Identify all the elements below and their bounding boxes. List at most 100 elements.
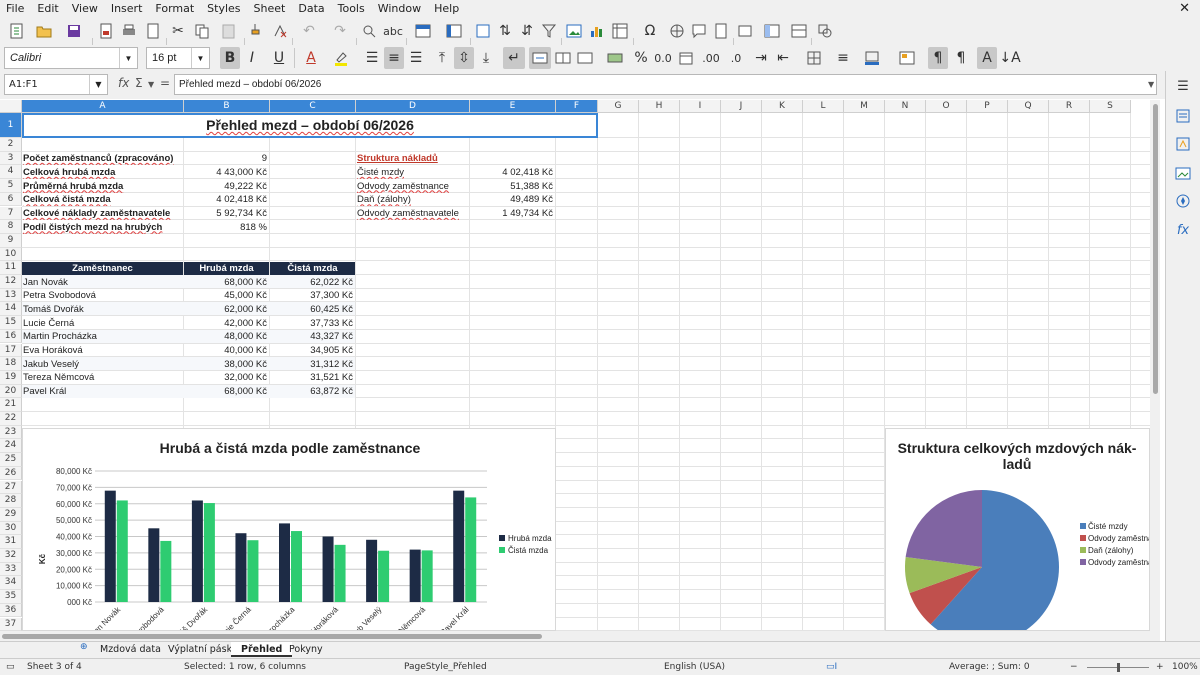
headers-footers-icon[interactable] xyxy=(711,20,731,42)
export-pdf-icon[interactable] xyxy=(96,20,116,42)
bar-net[interactable] xyxy=(465,497,477,602)
sheet-title-cell[interactable]: Přehled mezd – období 06/2026 xyxy=(22,113,598,138)
bar-gross[interactable] xyxy=(148,528,160,602)
employee-gross[interactable]: 68,000 Kč xyxy=(184,385,269,398)
insert-chart-icon[interactable] xyxy=(587,20,607,42)
cost-label[interactable]: Odvody zaměstnavatele xyxy=(357,207,469,220)
zoom-slider-handle[interactable] xyxy=(1117,663,1120,672)
language-status[interactable]: English (USA) xyxy=(664,659,725,675)
column-header-p[interactable]: P xyxy=(967,100,1008,113)
cost-value[interactable]: 51,388 Kč xyxy=(470,180,555,193)
menu-tools[interactable]: Tools xyxy=(332,0,372,17)
menu-help[interactable]: Help xyxy=(428,0,466,17)
row-header-3[interactable]: 3 xyxy=(0,151,22,166)
document-modified-icon[interactable]: ▭ xyxy=(6,659,15,675)
column-header-n[interactable]: N xyxy=(885,100,926,113)
summary-label[interactable]: Celková hrubá mzda xyxy=(23,166,183,179)
column-header-k[interactable]: K xyxy=(762,100,803,113)
row-header-18[interactable]: 18 xyxy=(0,357,22,371)
employee-net[interactable]: 31,521 Kč xyxy=(270,371,355,384)
menu-insert[interactable]: Insert xyxy=(105,0,150,17)
employee-net[interactable]: 37,300 Kč xyxy=(270,289,355,302)
row-icon[interactable] xyxy=(408,20,438,42)
redo-icon[interactable]: ↷ xyxy=(326,20,354,42)
insert-image-icon[interactable] xyxy=(564,20,584,42)
row-header-35[interactable]: 35 xyxy=(0,590,22,604)
summary-label[interactable]: Celkové náklady zaměstnavatele xyxy=(23,207,183,220)
font-name-box[interactable]: Calibri ▼ xyxy=(4,47,138,69)
bar-gross[interactable] xyxy=(453,490,465,602)
summary-value[interactable]: 4 02,418 Kč xyxy=(184,193,269,206)
employee-gross[interactable]: 62,000 Kč xyxy=(184,303,269,316)
cost-value[interactable]: 4 02,418 Kč xyxy=(470,166,555,179)
row-header-34[interactable]: 34 xyxy=(0,576,22,591)
add-decimal-button[interactable]: .00 xyxy=(700,47,722,69)
menu-styles[interactable]: Styles xyxy=(201,0,247,17)
bar-net[interactable] xyxy=(421,550,433,602)
hyperlink-icon[interactable] xyxy=(667,20,687,42)
delete-decimal-button[interactable]: .0 xyxy=(725,47,747,69)
row-header-36[interactable]: 36 xyxy=(0,603,22,618)
table-header-cell[interactable]: Čistá mzda xyxy=(270,261,355,275)
bar-gross[interactable] xyxy=(191,500,203,602)
merge-center-icon[interactable] xyxy=(529,47,551,69)
menu-format[interactable]: Format xyxy=(149,0,201,17)
percent-format-button[interactable]: % xyxy=(632,47,650,69)
row-header-25[interactable]: 25 xyxy=(0,453,22,467)
summary-label[interactable]: Celková čistá mzda xyxy=(23,193,183,206)
row-header-7[interactable]: 7 xyxy=(0,206,22,221)
special-character-icon[interactable]: Ω xyxy=(636,20,664,42)
show-draw-functions-icon[interactable] xyxy=(815,20,835,42)
increase-indent-icon[interactable]: ⇥ xyxy=(751,47,771,69)
font-size-box[interactable]: 16 pt ▼ xyxy=(146,47,210,69)
clear-formatting-icon[interactable] xyxy=(270,20,290,42)
column-header-h[interactable]: H xyxy=(639,100,680,113)
chevron-down-icon[interactable]: ▼ xyxy=(148,80,154,89)
bar-gross[interactable] xyxy=(366,539,378,602)
date-format-icon[interactable] xyxy=(676,47,696,69)
row-header-32[interactable]: 32 xyxy=(0,549,22,563)
row-header-11[interactable]: 11 xyxy=(0,261,22,275)
column-header-d[interactable]: D xyxy=(356,100,470,113)
border-style-icon[interactable]: ≡ xyxy=(830,47,856,69)
summary-label[interactable]: Počet zaměstnanců (zpracováno) xyxy=(23,152,183,165)
sort-icon[interactable] xyxy=(473,20,493,42)
right-to-left-icon[interactable]: ¶ xyxy=(951,47,971,69)
employee-gross[interactable]: 42,000 Kč xyxy=(184,317,269,330)
text-orientation-icon[interactable]: A xyxy=(977,47,997,69)
center-vertically-icon[interactable]: ⇳ xyxy=(454,47,474,69)
employee-net[interactable]: 60,425 Kč xyxy=(270,303,355,316)
column-header-i[interactable]: I xyxy=(680,100,721,113)
underline-button[interactable]: U xyxy=(265,47,293,69)
bar-net[interactable] xyxy=(378,550,390,602)
row-header-9[interactable]: 9 xyxy=(0,233,22,248)
employee-name[interactable]: Jakub Veselý xyxy=(23,358,183,371)
sort-descending-icon[interactable]: ⇵ xyxy=(517,20,537,42)
bar-gross[interactable] xyxy=(235,533,247,602)
summary-value[interactable]: 818 % xyxy=(184,221,269,234)
summary-label[interactable]: Průměrná hrubá mzda xyxy=(23,180,183,193)
employee-name[interactable]: Petra Svobodová xyxy=(23,289,183,302)
cost-label[interactable]: Daň (zálohy) xyxy=(357,193,469,206)
decrease-indent-icon[interactable]: ⇤ xyxy=(773,47,793,69)
row-header-5[interactable]: 5 xyxy=(0,179,22,193)
copy-icon[interactable] xyxy=(192,20,212,42)
row-header-22[interactable]: 22 xyxy=(0,412,22,426)
employee-net[interactable]: 34,905 Kč xyxy=(270,344,355,357)
bar-gross[interactable] xyxy=(279,523,290,602)
paste-icon[interactable] xyxy=(215,20,243,42)
row-header-27[interactable]: 27 xyxy=(0,480,22,495)
row-header-16[interactable]: 16 xyxy=(0,329,22,344)
column-header-b[interactable]: B xyxy=(184,100,270,113)
summary-value[interactable]: 4 43,000 Kč xyxy=(184,166,269,179)
freeze-rows-columns-icon[interactable] xyxy=(758,20,786,42)
undo-icon[interactable]: ↶ xyxy=(295,20,323,42)
row-header-4[interactable]: 4 xyxy=(0,165,22,180)
row-header-33[interactable]: 33 xyxy=(0,562,22,577)
print-preview-icon[interactable] xyxy=(143,20,163,42)
zoom-out-icon[interactable]: − xyxy=(1070,659,1078,675)
menu-data[interactable]: Data xyxy=(292,0,331,17)
cost-label[interactable]: Odvody zaměstnance xyxy=(357,180,469,193)
bar-net[interactable] xyxy=(334,544,346,602)
employee-name[interactable]: Tereza Němcová xyxy=(23,371,183,384)
